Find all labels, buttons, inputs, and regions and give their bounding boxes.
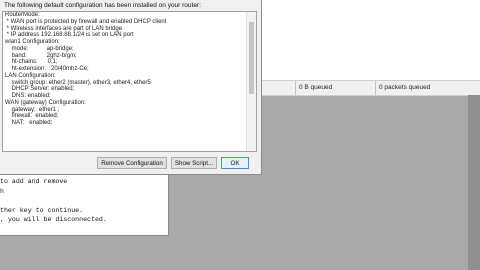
bytes-queued-cell: 0 B queued xyxy=(295,81,375,95)
config-line: RouterMode: xyxy=(5,12,40,18)
config-line: NAT: enabled; xyxy=(5,120,53,126)
terminal-line: h xyxy=(0,187,4,195)
config-line: * WAN port is protected by firewall and … xyxy=(5,18,167,25)
config-line: * Wireless interfaces are part of LAN br… xyxy=(5,25,123,32)
text-area-scrollbar[interactable] xyxy=(246,12,256,151)
config-line: firewall: enabled; xyxy=(5,113,59,120)
config-line: * IP address 192.168.88.1/24 is set on L… xyxy=(5,32,134,39)
config-line: wlan1 Configuration: xyxy=(5,39,60,45)
config-line: DNS: enabled; xyxy=(5,93,51,99)
dialog-message: The following default configuration has … xyxy=(4,2,201,9)
remove-configuration-button[interactable]: Remove Configuration xyxy=(97,157,167,169)
terminal-line: ther key to continue. xyxy=(0,206,84,214)
show-script-button[interactable]: Show Script... xyxy=(171,157,217,169)
config-line: LAN Configuration: xyxy=(5,72,56,79)
terminal-window[interactable]: to add and remove h ther key to continue… xyxy=(0,175,169,236)
packets-queued-cell: 0 packets queued xyxy=(375,81,480,95)
background-scrollbar[interactable] xyxy=(468,95,480,270)
terminal-line: to add and remove xyxy=(0,178,68,185)
queue-status-bar: 0 B queued 0 packets queued xyxy=(260,80,480,96)
terminal-line: , you will be disconnected. xyxy=(0,216,107,224)
config-line: band: 2ghz-b/g/n; xyxy=(5,52,77,59)
config-line: mode: ap-bridge; xyxy=(5,45,74,52)
config-line: ht-extension: 20/40mhz-Ce; xyxy=(5,66,89,72)
config-line: WAN (gateway) Configuration: xyxy=(5,99,86,106)
terminal-output: to add and remove h ther key to continue… xyxy=(0,175,168,225)
config-line: DHCP Server: enabled; xyxy=(5,86,75,93)
ok-button[interactable]: OK xyxy=(221,157,249,169)
scrollbar-thumb[interactable] xyxy=(249,22,254,94)
config-line: switch group: ether2 (master), ether3, e… xyxy=(5,79,151,86)
config-line: ht-chains: 0,1; xyxy=(5,59,58,66)
configuration-text-area[interactable]: RouterMode: * WAN port is protected by f… xyxy=(2,11,257,152)
default-configuration-dialog: The following default configuration has … xyxy=(0,0,262,175)
config-line: gateway: ether1 ; xyxy=(5,106,60,113)
